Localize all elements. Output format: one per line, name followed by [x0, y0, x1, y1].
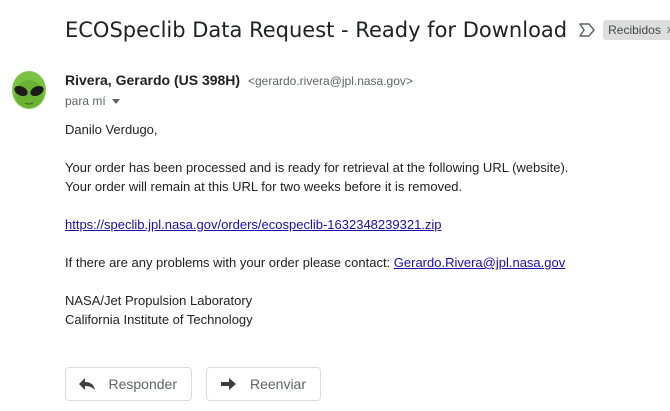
email-subject: ECOSpeclib Data Request - Ready for Down…	[65, 18, 568, 42]
forward-button[interactable]: Reenviar	[206, 367, 321, 401]
avatar[interactable]	[8, 70, 50, 112]
body-paragraph-line-2: Your order will remain at this URL for t…	[65, 179, 463, 194]
signature-line-1: NASA/Jet Propulsion Laboratory	[65, 293, 253, 308]
sender-line: Rivera, Gerardo (US 398H) <gerardo.river…	[65, 72, 413, 88]
download-link[interactable]: https://speclib.jpl.nasa.gov/orders/ecos…	[65, 217, 442, 232]
forward-button-label: Reenviar	[249, 376, 306, 392]
sender-email: <gerardo.rivera@jpl.nasa.gov>	[247, 74, 413, 88]
importance-marker-icon[interactable]	[579, 22, 595, 38]
recipient-label: para mí	[65, 94, 106, 108]
body-paragraph-line-1: Your order has been processed and is rea…	[65, 160, 569, 175]
chevron-down-icon[interactable]	[111, 98, 120, 104]
signature-line-2: California Institute of Technology	[65, 312, 253, 327]
contact-text: If there are any problems with your orde…	[65, 255, 394, 270]
reply-button[interactable]: Responder	[65, 367, 192, 401]
contact-email-link[interactable]: Gerardo.Rivera@jpl.nasa.gov	[394, 255, 565, 270]
contact-line: If there are any problems with your orde…	[65, 255, 565, 270]
email-header: ECOSpeclib Data Request - Ready for Down…	[65, 14, 670, 46]
label-chip-text: Recibidos	[608, 23, 661, 37]
forward-arrow-icon	[219, 376, 238, 392]
reply-arrow-icon	[78, 376, 97, 392]
sender-name[interactable]: Rivera, Gerardo (US 398H)	[65, 72, 240, 88]
greeting: Danilo Verdugo,	[65, 122, 158, 137]
recipient-details-toggle[interactable]: para mí	[65, 94, 120, 108]
download-link-line: https://speclib.jpl.nasa.gov/orders/ecos…	[65, 217, 442, 232]
label-chip-inbox[interactable]: Recibidos x	[603, 20, 670, 40]
reply-button-label: Responder	[108, 376, 178, 392]
